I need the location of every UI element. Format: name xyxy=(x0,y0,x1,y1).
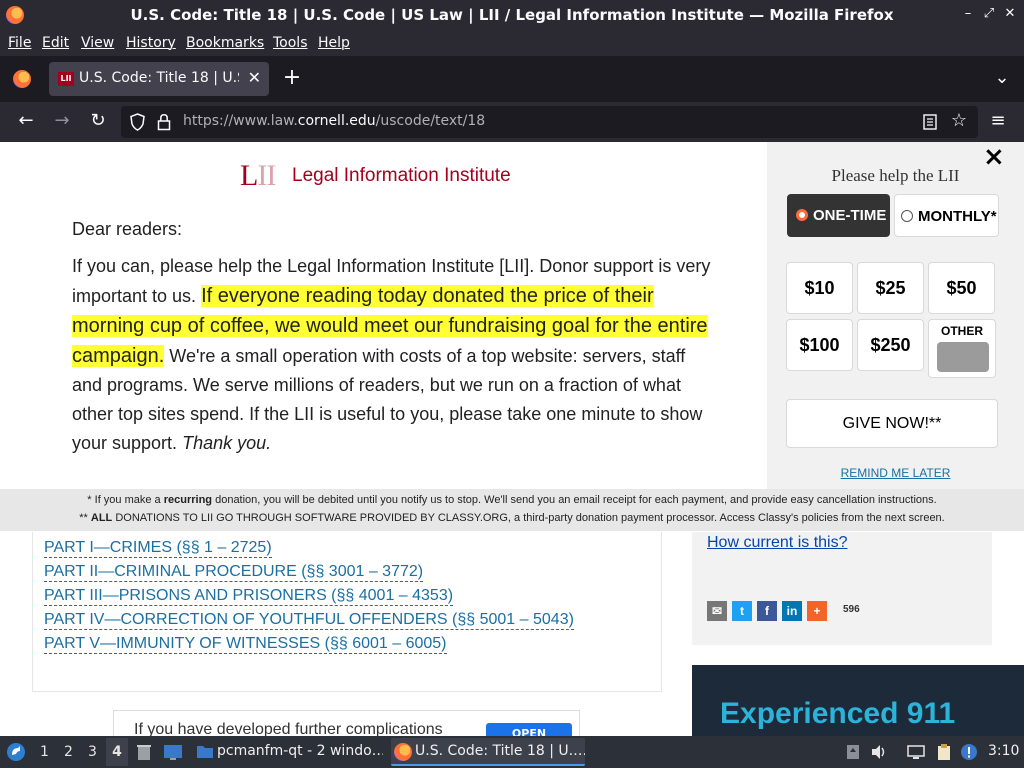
amount-50-button[interactable]: $50 xyxy=(928,262,995,314)
ad-open-button[interactable]: OPEN xyxy=(486,723,572,736)
menu-help[interactable]: Help xyxy=(318,35,350,51)
how-current-link[interactable]: How current is this? xyxy=(707,534,848,552)
donation-overlay: LII Legal Information Institute Dear rea… xyxy=(0,142,1024,531)
menubar: File Edit View History Bookmarks Tools H… xyxy=(0,30,1024,56)
give-now-button[interactable]: GIVE NOW!** xyxy=(786,399,998,448)
lock-icon[interactable] xyxy=(157,113,171,131)
tab-close-icon[interactable]: ✕ xyxy=(248,68,261,87)
minimize-icon[interactable]: – xyxy=(960,6,976,22)
lii-favicon-icon: LII xyxy=(58,72,74,86)
reload-icon[interactable]: ↻ xyxy=(86,111,110,133)
clock: 3:10 xyxy=(988,743,1020,759)
shield-icon[interactable] xyxy=(129,113,146,131)
back-icon[interactable]: ← xyxy=(14,111,38,133)
maximize-icon[interactable]: ⤢ xyxy=(981,6,997,22)
page-viewport: PART I—CRIMES (§§ 1 – 2725) PART II—CRIM… xyxy=(0,142,1024,736)
donation-appeal-text: If you can, please help the Legal Inform… xyxy=(72,256,711,453)
menu-bookmarks[interactable]: Bookmarks xyxy=(186,35,264,51)
window-title: U.S. Code: Title 18 | U.S. Code | US Law… xyxy=(130,6,894,24)
amount-100-button[interactable]: $100 xyxy=(786,319,853,371)
task-firefox[interactable]: U.S. Code: Title 18 | U.… xyxy=(391,738,585,766)
url-text[interactable]: https://www.law.cornell.edu/uscode/text/… xyxy=(183,113,485,129)
url-bar[interactable]: https://www.law.cornell.edu/uscode/text/… xyxy=(121,106,978,138)
toc-link-part-2[interactable]: PART II—CRIMINAL PROCEDURE (§§ 3001 – 37… xyxy=(44,563,424,582)
task-firefox-label: U.S. Code: Title 18 | U.… xyxy=(415,743,585,759)
ad-text: If you have developed further complicati… xyxy=(134,721,443,736)
task-file-manager[interactable]: pcmanfm-qt - 2 windo… xyxy=(193,738,383,766)
facebook-share-icon[interactable]: f xyxy=(757,601,777,621)
bookmark-star-icon[interactable]: ☆ xyxy=(947,111,971,133)
workspace-1[interactable]: 1 xyxy=(40,744,49,760)
workspace-2[interactable]: 2 xyxy=(64,744,73,760)
start-menu-icon[interactable] xyxy=(6,742,26,762)
reader-view-icon[interactable] xyxy=(923,114,937,130)
promo-text: Experienced 911 xyxy=(720,697,956,730)
navigation-toolbar: ← → ↻ https://www.law.cornell.edu/uscode… xyxy=(0,102,1024,142)
desktop-icon[interactable] xyxy=(163,743,183,761)
email-share-icon[interactable]: ✉ xyxy=(707,601,727,621)
menu-view[interactable]: View xyxy=(81,35,114,51)
close-window-icon[interactable]: ✕ xyxy=(1002,6,1018,22)
donation-footnotes: * If you make a recurring donation, you … xyxy=(0,489,1024,531)
ad-banner[interactable]: If you have developed further complicati… xyxy=(113,710,580,736)
one-time-toggle[interactable]: ONE-TIME xyxy=(787,194,890,237)
title-contents-list: PART I—CRIMES (§§ 1 – 2725) PART II—CRIM… xyxy=(32,532,662,692)
footnote-recurring: * If you make a recurring donation, you … xyxy=(87,494,937,506)
donation-message-panel: LII Legal Information Institute Dear rea… xyxy=(0,142,767,489)
folder-icon xyxy=(197,746,213,758)
sidebar-box: How current is this? ✉ t f in + 596 xyxy=(692,532,992,645)
amount-10-button[interactable]: $10 xyxy=(786,262,853,314)
twitter-share-icon[interactable]: t xyxy=(732,601,752,621)
window-titlebar: U.S. Code: Title 18 | U.S. Code | US Law… xyxy=(0,0,1024,30)
lii-logo-name: Legal Information Institute xyxy=(292,165,511,186)
update-notifier-icon[interactable] xyxy=(844,743,862,761)
amount-25-button[interactable]: $25 xyxy=(857,262,924,314)
forward-icon[interactable]: → xyxy=(50,111,74,133)
toc-link-part-3[interactable]: PART III—PRISONS AND PRISONERS (§§ 4001 … xyxy=(44,587,454,606)
other-amount-label: OTHER xyxy=(941,324,983,338)
new-tab-icon[interactable]: + xyxy=(280,67,304,90)
tab-label: U.S. Code: Title 18 | U.S. Code xyxy=(79,70,239,86)
radio-unselected-icon xyxy=(901,210,913,222)
workspace-4-active[interactable]: 4 xyxy=(106,738,128,766)
radio-selected-icon xyxy=(796,209,808,221)
list-tabs-icon[interactable]: ⌄ xyxy=(990,68,1014,90)
panel-title: Please help the LII xyxy=(831,166,960,185)
taskbar: 1 2 3 4 pcmanfm-qt - 2 windo… U.S. Code:… xyxy=(0,736,1024,768)
firefox-view-icon[interactable] xyxy=(13,70,31,88)
promo-banner[interactable]: Experienced 911 xyxy=(692,665,1024,736)
lii-logo-mark: LII xyxy=(240,159,276,192)
share-count: 596 xyxy=(843,604,860,615)
menu-file[interactable]: File xyxy=(8,35,31,51)
toc-link-part-5[interactable]: PART V—IMMUNITY OF WITNESSES (§§ 6001 – … xyxy=(44,635,447,654)
other-amount-box: OTHER xyxy=(928,319,996,378)
menu-tools[interactable]: Tools xyxy=(273,35,308,51)
network-icon[interactable] xyxy=(907,743,925,761)
app-menu-icon[interactable]: ≡ xyxy=(986,111,1010,133)
linkedin-share-icon[interactable]: in xyxy=(782,601,802,621)
toc-link-part-4[interactable]: PART IV—CORRECTION OF YOUTHFUL OFFENDERS… xyxy=(44,611,574,630)
firefox-task-icon xyxy=(394,743,412,761)
more-share-icon[interactable]: + xyxy=(807,601,827,621)
monthly-toggle[interactable]: MONTHLY* xyxy=(894,194,999,237)
remind-me-later-link[interactable]: REMIND ME LATER xyxy=(767,466,1024,480)
toc-link-part-1[interactable]: PART I—CRIMES (§§ 1 – 2725) xyxy=(44,539,272,558)
menu-history[interactable]: History xyxy=(126,35,176,51)
footnote-classy: ** ALL DONATIONS TO LII GO THROUGH SOFTW… xyxy=(79,512,945,524)
tab-active[interactable]: LII U.S. Code: Title 18 | U.S. Code ✕ xyxy=(49,62,269,96)
tab-strip: LII U.S. Code: Title 18 | U.S. Code ✕ + … xyxy=(0,56,1024,102)
other-amount-input[interactable] xyxy=(937,342,989,372)
menu-edit[interactable]: Edit xyxy=(42,35,69,51)
salutation: Dear readers: xyxy=(72,219,183,239)
workspace-3[interactable]: 3 xyxy=(88,744,97,760)
notification-icon[interactable] xyxy=(960,743,978,761)
clipboard-icon[interactable] xyxy=(935,743,953,761)
volume-icon[interactable] xyxy=(870,743,888,761)
trash-icon[interactable] xyxy=(135,743,153,761)
amount-250-button[interactable]: $250 xyxy=(857,319,924,371)
task-file-manager-label: pcmanfm-qt - 2 windo… xyxy=(217,743,383,759)
